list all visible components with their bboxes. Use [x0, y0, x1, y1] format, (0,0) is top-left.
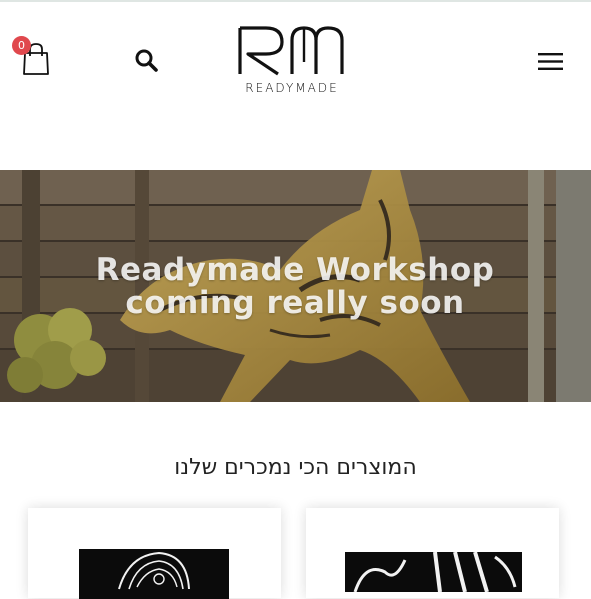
hero-title: Readymade Workshop coming really soon [95, 252, 495, 321]
product-artwork [79, 549, 229, 599]
readymade-logo[interactable]: READYMADE [236, 22, 348, 100]
product-card[interactable] [306, 508, 559, 598]
hero-banner: Readymade Workshop coming really soon [0, 170, 591, 402]
rm-logo-mark [238, 26, 344, 76]
search-icon[interactable] [134, 48, 158, 72]
product-image[interactable] [79, 549, 229, 599]
product-image[interactable] [345, 552, 522, 592]
product-card[interactable] [28, 508, 281, 599]
product-artwork [345, 552, 522, 592]
hamburger-menu-icon[interactable] [538, 52, 563, 71]
logo-wordmark: READYMADE [245, 81, 339, 95]
site-header: 0 READYMADE [0, 2, 591, 117]
cart-count-badge: 0 [12, 36, 31, 55]
bestsellers-heading: המוצרים הכי נמכרים שלנו [174, 455, 417, 480]
cart-button[interactable]: 0 [12, 36, 54, 78]
